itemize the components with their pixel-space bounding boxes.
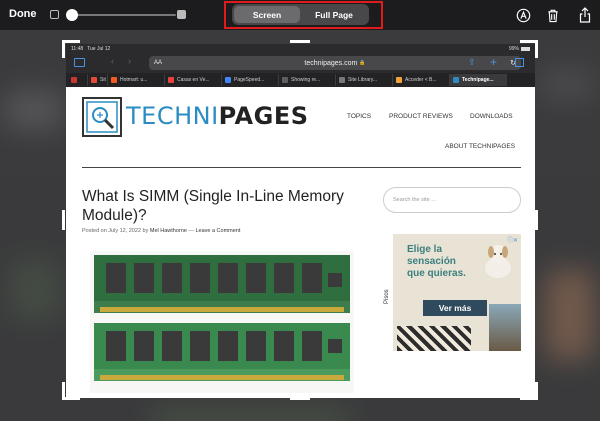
nav-topics[interactable]: TOPICS bbox=[347, 113, 371, 120]
ad-info-icon[interactable]: ⓘ✕ bbox=[507, 235, 518, 244]
trash-icon[interactable] bbox=[544, 6, 562, 24]
status-date: Tue Jul 12 bbox=[87, 45, 111, 52]
tab-6[interactable]: Acceder < B... bbox=[393, 74, 450, 86]
tab-icon-only[interactable] bbox=[68, 74, 88, 86]
reader-button[interactable]: AA bbox=[154, 60, 162, 66]
nav-about[interactable]: ABOUT TECHNIPAGES bbox=[445, 143, 515, 150]
tab-favicon bbox=[282, 77, 288, 83]
battery-level: 99% bbox=[508, 45, 519, 52]
crop-handle-top-right-v[interactable] bbox=[535, 40, 538, 58]
advertisement[interactable]: Pisos Elige la sensación que quieras. Ve… bbox=[383, 234, 521, 351]
url-text: technipages.com bbox=[304, 59, 358, 67]
logo-part2: PAGES bbox=[218, 102, 309, 130]
opacity-high-icon bbox=[177, 10, 186, 19]
status-bar: 11:48 Tue Jul 12 99% bbox=[66, 44, 535, 53]
tab-3[interactable]: PageSpeed... bbox=[222, 74, 279, 86]
byline-prefix: Posted on July 12, 2022 by bbox=[82, 228, 149, 234]
share-icon[interactable] bbox=[576, 6, 594, 24]
site-logo[interactable]: TECHNIPAGES bbox=[126, 102, 309, 130]
markup-toolbar: Done Screen Full Page bbox=[0, 0, 600, 30]
tab-4[interactable]: Showing re... bbox=[279, 74, 336, 86]
tab-bar: Sit Hotmart: u... Casas en Ve... PageSpe… bbox=[66, 73, 535, 87]
tab-favicon bbox=[339, 77, 345, 83]
tab-favicon bbox=[168, 77, 174, 83]
back-icon[interactable]: ‹ bbox=[111, 56, 114, 66]
tab-overview-icon[interactable] bbox=[515, 58, 524, 67]
opacity-low-icon bbox=[50, 10, 59, 19]
done-button[interactable]: Done bbox=[9, 8, 37, 20]
byline-sep: — bbox=[188, 228, 194, 234]
tab-5[interactable]: Site Library... bbox=[336, 74, 393, 86]
ad-room-photo bbox=[489, 304, 521, 351]
dog-illustration bbox=[481, 240, 515, 280]
markup-pen-icon[interactable] bbox=[514, 6, 532, 24]
tab-favicon bbox=[71, 77, 77, 83]
header-divider bbox=[82, 167, 521, 168]
tab-favicon bbox=[453, 77, 459, 83]
url-field[interactable]: AA technipages.com 🔒 ↻ bbox=[149, 56, 521, 70]
tab-favicon bbox=[91, 77, 97, 83]
ad-headline: Elige la sensación que quieras. bbox=[407, 244, 466, 279]
nav-product-reviews[interactable]: PRODUCT REVIEWS bbox=[389, 113, 453, 120]
ad-pattern bbox=[397, 326, 471, 351]
tab-1[interactable]: Hotmart: u... bbox=[108, 74, 165, 86]
tab-0[interactable]: Sit bbox=[88, 74, 108, 86]
screenshot-preview: 11:48 Tue Jul 12 99% ‹ › AA technipages.… bbox=[66, 44, 535, 398]
opacity-slider[interactable] bbox=[68, 14, 176, 16]
tab-favicon bbox=[396, 77, 402, 83]
forward-icon[interactable]: › bbox=[128, 56, 131, 66]
screenshot-mode-segmented-control: Screen Full Page bbox=[232, 4, 369, 25]
segment-screen[interactable]: Screen bbox=[234, 6, 300, 23]
tab-2[interactable]: Casas en Ve... bbox=[165, 74, 222, 86]
battery-icon bbox=[521, 46, 530, 51]
crop-handle-top[interactable] bbox=[290, 40, 310, 43]
ad-brand: Pisos bbox=[384, 289, 390, 304]
article-title: What Is SIMM (Single In-Line Memory Modu… bbox=[82, 188, 344, 224]
simm-memory-image bbox=[90, 251, 354, 393]
crop-handle-top-left-v[interactable] bbox=[62, 40, 65, 58]
lock-icon: 🔒 bbox=[359, 60, 366, 66]
author-link[interactable]: Mel Hawthorne bbox=[150, 228, 187, 234]
share-page-icon[interactable]: ⇪ bbox=[468, 57, 476, 68]
technipages-logo-icon[interactable] bbox=[82, 97, 122, 137]
crop-handle-bottom-right-v[interactable] bbox=[535, 382, 538, 400]
logo-part1: TECHNI bbox=[126, 102, 219, 130]
sidebar-icon[interactable] bbox=[74, 58, 85, 67]
ad-cta-button[interactable]: Ver más bbox=[423, 300, 487, 316]
crop-handle-right[interactable] bbox=[535, 210, 538, 230]
crop-handle-left[interactable] bbox=[62, 210, 65, 230]
new-tab-icon[interactable]: + bbox=[490, 55, 497, 69]
site-search-input[interactable]: Search the site ... bbox=[383, 187, 521, 213]
tab-7-active[interactable]: Technipage... bbox=[450, 74, 507, 86]
opacity-slider-thumb[interactable] bbox=[66, 9, 78, 21]
tab-favicon bbox=[225, 77, 231, 83]
tab-favicon bbox=[111, 77, 117, 83]
web-page: TECHNIPAGES TOPICS PRODUCT REVIEWS DOWNL… bbox=[66, 87, 535, 398]
ad-brand-strip: Pisos bbox=[383, 234, 393, 351]
leave-comment-link[interactable]: Leave a Comment bbox=[195, 228, 240, 234]
safari-address-bar: ‹ › AA technipages.com 🔒 ↻ ⇪ + bbox=[66, 53, 535, 73]
status-time: 11:48 bbox=[71, 45, 84, 52]
nav-downloads[interactable]: DOWNLOADS bbox=[470, 113, 513, 120]
crop-handle-bottom-left-v[interactable] bbox=[62, 382, 65, 400]
article-byline: Posted on July 12, 2022 by Mel Hawthorne… bbox=[82, 228, 240, 234]
segment-full-page[interactable]: Full Page bbox=[301, 6, 367, 23]
